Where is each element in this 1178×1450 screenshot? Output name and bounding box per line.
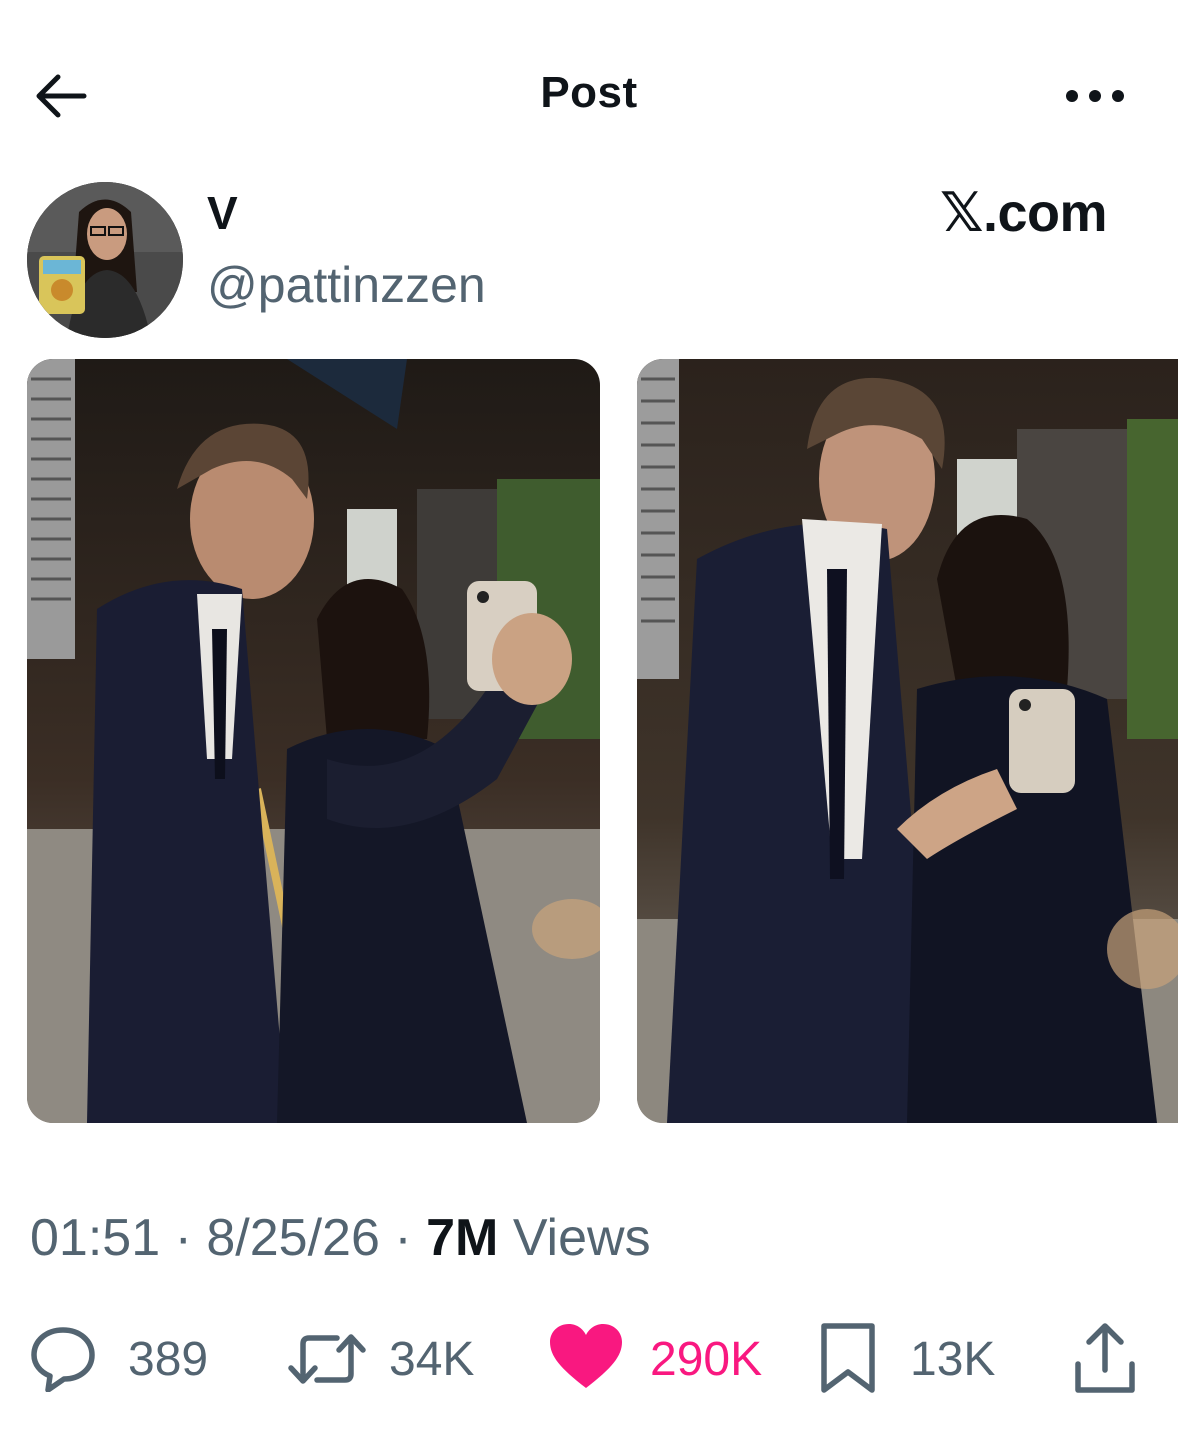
views-label[interactable]: Views (513, 1209, 651, 1267)
bookmark-button[interactable]: 13K (818, 1318, 1008, 1398)
top-bar: Post (0, 0, 1178, 170)
share-icon (1075, 1323, 1135, 1393)
repost-button[interactable]: 34K (285, 1318, 495, 1398)
repost-count: 34K (389, 1333, 475, 1386)
share-button[interactable] (1072, 1318, 1142, 1398)
watermark-x-com: 𝕏.com (940, 183, 1108, 243)
user-handle[interactable]: @pattinzzen (207, 256, 486, 314)
reply-icon (31, 1327, 95, 1392)
display-name[interactable]: V (207, 186, 238, 240)
repost-icon (288, 1334, 366, 1384)
meta-separator: · (174, 1209, 192, 1267)
more-horizontal-icon (1066, 90, 1124, 102)
post-meta: 01:51 · 8/25/26 · 7M Views (30, 1208, 651, 1268)
views-count[interactable]: 7M (426, 1209, 498, 1267)
media-photo-1[interactable] (27, 359, 600, 1123)
bookmark-count: 13K (910, 1333, 996, 1386)
selfie-photo-2 (637, 359, 1178, 1123)
page-title: Post (540, 68, 638, 117)
media-photo-2[interactable] (637, 359, 1178, 1123)
more-options-button[interactable] (1060, 78, 1130, 114)
reply-button[interactable]: 389 (28, 1318, 228, 1398)
reply-count: 389 (128, 1333, 209, 1386)
selfie-photo-1 (27, 359, 600, 1123)
action-bar: 389 34K 290K 13K (0, 1318, 1178, 1398)
post-time[interactable]: 01:51 (30, 1209, 160, 1267)
post-date[interactable]: 8/25/26 (206, 1209, 380, 1267)
heart-icon (550, 1324, 622, 1388)
like-button[interactable]: 290K (548, 1318, 788, 1398)
like-count: 290K (650, 1333, 763, 1386)
meta-separator: · (394, 1209, 412, 1267)
bookmark-icon (821, 1323, 875, 1393)
avatar-image (27, 182, 183, 338)
avatar[interactable] (27, 182, 183, 338)
